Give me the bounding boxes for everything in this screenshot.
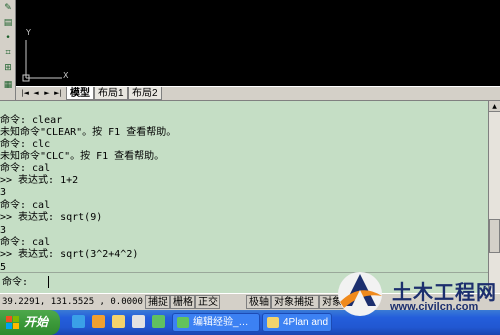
command-history: 命令: clear 未知命令"CLEAR"。按 F1 查看帮助。 命令: clc… <box>0 113 478 273</box>
ortho-toggle[interactable]: 正交 <box>195 295 220 309</box>
start-label: 开始 <box>24 315 49 329</box>
taskbar-item[interactable]: 4Plan and <box>262 313 332 332</box>
folder-icon <box>267 317 279 328</box>
history-line: 命令: clear <box>0 115 63 126</box>
draw-toolbar: ✎ ▤ • ⌗ ⊞ ▦ <box>0 0 16 100</box>
command-prompt-label: 命令: <box>2 277 29 288</box>
hatch-icon[interactable]: ▤ <box>2 18 14 28</box>
history-line: 命令: clc <box>0 139 51 150</box>
command-input-cursor[interactable] <box>48 276 49 288</box>
tab-layout2[interactable]: 布局2 <box>128 87 162 100</box>
watermark-logo-icon <box>338 272 382 316</box>
table-icon[interactable]: ▦ <box>2 80 14 90</box>
first-tab-button[interactable]: |◄ <box>20 88 30 99</box>
osnap-toggle[interactable]: 对象捕捉 <box>271 295 319 309</box>
taskbar-item-label: 编辑经验_… <box>193 317 249 328</box>
scroll-up-arrow-icon[interactable]: ▲ <box>489 101 500 112</box>
array-icon[interactable]: ⊞ <box>2 63 14 73</box>
history-line: 未知命令"CLEAR"。按 F1 查看帮助。 <box>0 127 177 138</box>
history-line: 命令: cal <box>0 200 51 211</box>
history-line: >> 表达式: sqrt(3^2+4^2) <box>0 249 139 260</box>
ucs-icon <box>22 40 62 82</box>
scroll-thumb[interactable] <box>489 219 500 253</box>
layout-tab-strip: |◄ ◄ ► ►| 模型 布局1 布局2 <box>16 86 500 100</box>
grid-toggle[interactable]: 栅格 <box>170 295 195 309</box>
history-line: 命令: cal <box>0 237 51 248</box>
dot-icon[interactable]: • <box>2 33 14 43</box>
history-line: 3 <box>0 225 7 236</box>
draw-icon[interactable]: ✎ <box>2 3 14 13</box>
browser-icon <box>177 317 189 328</box>
history-line: >> 表达式: sqrt(9) <box>0 212 103 223</box>
taskbar-item[interactable]: 编辑经验_… <box>172 313 260 332</box>
mail-icon[interactable] <box>132 315 145 328</box>
taskbar-item-label: 4Plan and <box>283 317 329 328</box>
tab-layout1[interactable]: 布局1 <box>94 87 128 100</box>
edit-icon[interactable]: ⌗ <box>2 48 14 58</box>
watermark-url: www.civilcn.com <box>390 301 479 313</box>
next-tab-button[interactable]: ► <box>42 88 52 99</box>
ucs-y-label: Y <box>26 28 31 37</box>
history-line: 命令: cal <box>0 163 51 174</box>
start-button[interactable]: 开始 <box>0 310 60 335</box>
history-line: >> 表达式: 1+2 <box>0 175 79 186</box>
history-line: 未知命令"CLC"。按 F1 查看帮助。 <box>0 151 165 162</box>
polar-toggle[interactable]: 极轴 <box>246 295 271 309</box>
watermark: 土木工程网 www.civilcn.com <box>330 262 500 322</box>
snap-toggle[interactable]: 捕捉 <box>145 295 170 309</box>
qq-icon[interactable] <box>152 315 165 328</box>
folder-icon[interactable] <box>112 315 125 328</box>
drawing-canvas[interactable]: Y X <box>16 0 500 86</box>
tab-model[interactable]: 模型 <box>66 87 94 100</box>
last-tab-button[interactable]: ►| <box>53 88 63 99</box>
ie-icon[interactable] <box>72 315 85 328</box>
coordinate-readout: 39.2291, 131.5525 , 0.0000 <box>2 297 143 307</box>
windows-logo-icon <box>6 316 19 329</box>
history-line: 3 <box>0 187 7 198</box>
media-icon[interactable] <box>92 315 105 328</box>
ucs-x-label: X <box>63 71 69 80</box>
prev-tab-button[interactable]: ◄ <box>31 88 41 99</box>
